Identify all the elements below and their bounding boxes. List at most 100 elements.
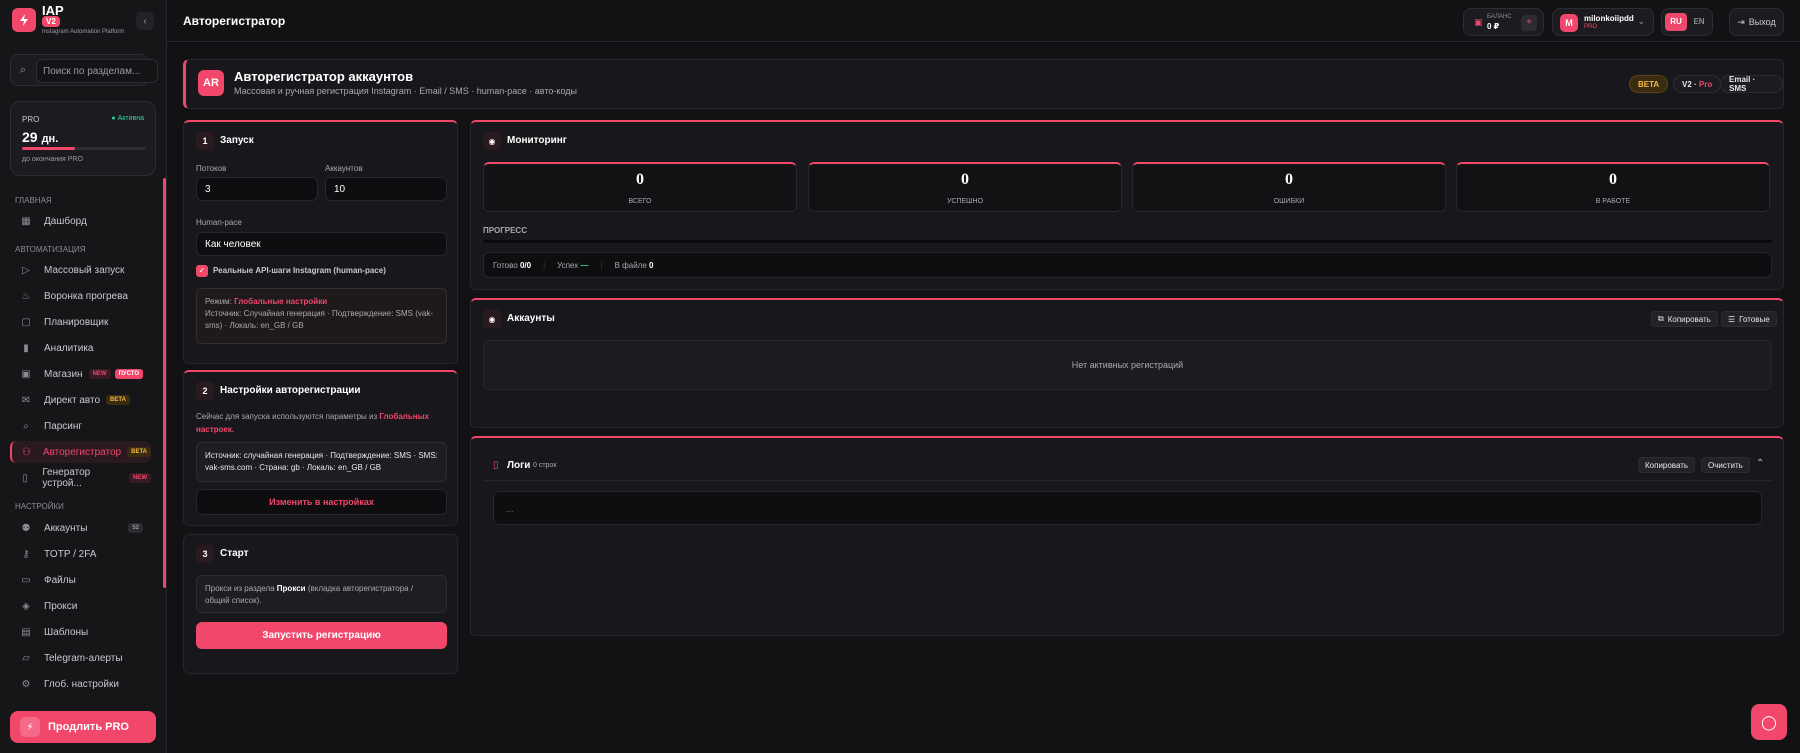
monitoring-title: Мониторинг [507,135,567,146]
balance-label: БАЛАНС [1487,14,1512,20]
pace-select[interactable] [196,232,447,256]
sidebar-item-autoregistrator[interactable]: ⚇ Авторегистратор BETA [10,441,151,463]
logout-icon: ⇥ [1737,16,1745,27]
logout-button[interactable]: ⇥ Выход [1729,8,1784,36]
top-up-button[interactable]: + [1521,15,1537,31]
sidebar-item-files[interactable]: ▭ Файлы [10,569,151,591]
page-title: Авторегистратор [183,14,286,28]
progress-bar [483,240,1772,243]
start-registration-button[interactable]: Запустить регистрацию [196,622,447,649]
channel-pill: Email · SMS [1720,75,1783,93]
change-settings-button[interactable]: Изменить в настройках [196,489,447,515]
sidebar-item-global-settings[interactable]: ⚙ Глоб. настройки [10,673,151,695]
logs-divider [483,480,1772,481]
accounts-card: ◉ Аккаунты ⧉ Копировать ☰ Готовые Нет акти… [470,298,1784,428]
device-icon: ▯ [22,472,28,484]
sidebar-scrollbar[interactable] [163,178,166,588]
clear-logs-button[interactable]: Очистить [1701,457,1750,473]
launch-card: 1 Запуск Потоков Аккаунтов Human-pace ✓ … [183,120,458,364]
global-settings-link[interactable]: Глобальные настройки [234,297,327,306]
logs-count: 0 строк [533,462,557,469]
threads-label: Потоков [196,164,227,173]
user-menu[interactable]: M milonkoiipdd PRO ⌄ [1552,8,1654,36]
pro-progress-fill [22,147,76,150]
autoreg-logo-icon: AR [198,70,224,96]
collapse-logs-icon[interactable]: ⌃ [1756,458,1764,469]
monitoring-card: ◉ Мониторинг 0 Всего 0 Успешно 0 Ошибки … [470,120,1784,290]
sidebar-item-telegram-alerts[interactable]: ▱ Telegram-алерты [10,647,151,669]
proxy-info-box: Прокси из раздела Прокси (вкладка авторе… [196,575,447,613]
stat-in-progress: 0 В работе [1456,162,1770,212]
ready-accounts-button[interactable]: ☰ Готовые [1721,311,1777,327]
sidebar-item-shop[interactable]: ▣ Магазин NEW ПУСТО [10,363,151,385]
support-chat-button[interactable]: ◯ [1751,704,1787,740]
accounts-count-badge: 52 [128,523,143,533]
ready-count: Готово 0/0 [493,260,532,270]
hero-subtitle: Массовая и ручная регистрация Instagram … [234,86,577,96]
hero-title: Авторегистратор аккаунтов [234,69,414,84]
sidebar-item-templates[interactable]: ▤ Шаблоны [10,621,151,643]
accounts-icon: ◉ [483,310,501,328]
accounts-input[interactable] [325,177,447,201]
search-icon: ⌕ [23,420,29,432]
users-icon: ⚉ [21,522,31,534]
template-icon: ▤ [21,626,31,638]
collapse-sidebar-button[interactable]: ‹ [136,12,154,30]
sidebar-item-totp[interactable]: ⚷ TOTP / 2FA [10,543,151,565]
copy-accounts-button[interactable]: ⧉ Копировать [1651,311,1718,327]
pro-status-badge: ● Активна [111,115,144,122]
lang-ru-button[interactable]: RU [1665,13,1687,31]
search-input[interactable] [36,59,158,83]
search-icon: ⌕ [20,64,27,76]
bar-chart-icon: ▮ [23,342,29,354]
user-name: milonkoiipdd [1584,14,1634,23]
real-api-label: Реальные API-шаги Instagram (human-pace) [213,266,386,275]
shop-icon: ▣ [21,368,31,380]
step-number: 2 [196,382,214,400]
version-pill: V2 · Pro [1673,75,1722,93]
copy-logs-button[interactable]: Копировать [1638,457,1696,473]
lightning-icon: ⚡ [20,717,40,737]
pro-status-card: PRO ● Активна 29 дн. до окончания PRO [10,101,156,176]
sidebar-item-parsing[interactable]: ⌕ Парсинг [10,415,151,437]
sidebar-item-direct-auto[interactable]: ✉ Директ авто BETA [10,389,151,411]
settings-description: Сейчас для запуска используются параметр… [196,412,429,434]
sidebar-item-device-generator[interactable]: ▯ Генератор устрой... NEW [10,467,151,489]
pro-progress-bar [22,147,146,150]
sidebar-item-scheduler[interactable]: ▢ Планировщик [10,311,151,333]
sidebar-item-mass-launch[interactable]: ▷ Массовый запуск [10,259,151,281]
nav-section-main: Главная [15,196,52,205]
pro-label: PRO [22,115,40,124]
sidebar-item-proxy[interactable]: ◈ Прокси [10,595,151,617]
chat-icon: ▱ [22,652,30,664]
chevron-left-icon: ‹ [143,15,147,27]
chevron-down-icon: ⌄ [1637,16,1645,26]
extend-pro-button[interactable]: ⚡ Продлить PRO [10,711,156,743]
empty-badge: ПУСТО [114,369,143,379]
copy-icon: ⧉ [1658,314,1664,323]
logs-card: ▯ Логи 0 строк Копировать Очистить ⌃ ... [470,436,1784,636]
threads-input[interactable] [196,177,318,201]
beta-pill: BETA [1629,75,1669,93]
nav-section-automation: Автоматизация [15,245,86,254]
mode-info-box: Режим: Глобальные настройки Источник: Сл… [196,288,447,344]
nav-section-settings: Настройки [15,502,64,511]
sidebar: IAP V2 Instagram Automation Platform ‹ ⌕… [0,0,167,753]
sidebar-item-warmup-funnel[interactable]: ♨ Воронка прогрева [10,285,151,307]
play-icon: ▷ [22,264,30,276]
sidebar-item-dashboard[interactable]: ▦ Дашборд [10,210,151,232]
monitor-icon: ◉ [483,132,501,150]
stat-errors: 0 Ошибки [1132,162,1446,212]
sidebar-item-accounts[interactable]: ⚉ Аккаунты 52 [10,517,151,539]
pro-days-left: 29 дн. [22,129,59,145]
accounts-label: Аккаунтов [325,164,363,173]
avatar: M [1560,14,1578,32]
logs-output: ... [493,491,1762,525]
real-api-checkbox[interactable]: ✓ [196,265,208,277]
hero-banner: AR Авторегистратор аккаунтов Массовая и … [183,59,1784,109]
sidebar-item-analytics[interactable]: ▮ Аналитика [10,337,151,359]
lang-en-button[interactable]: EN [1688,13,1710,31]
flame-icon: ♨ [21,290,31,302]
settings-summary: Источник: случайная генерация · Подтверж… [196,442,447,482]
new-badge: NEW [88,369,111,379]
